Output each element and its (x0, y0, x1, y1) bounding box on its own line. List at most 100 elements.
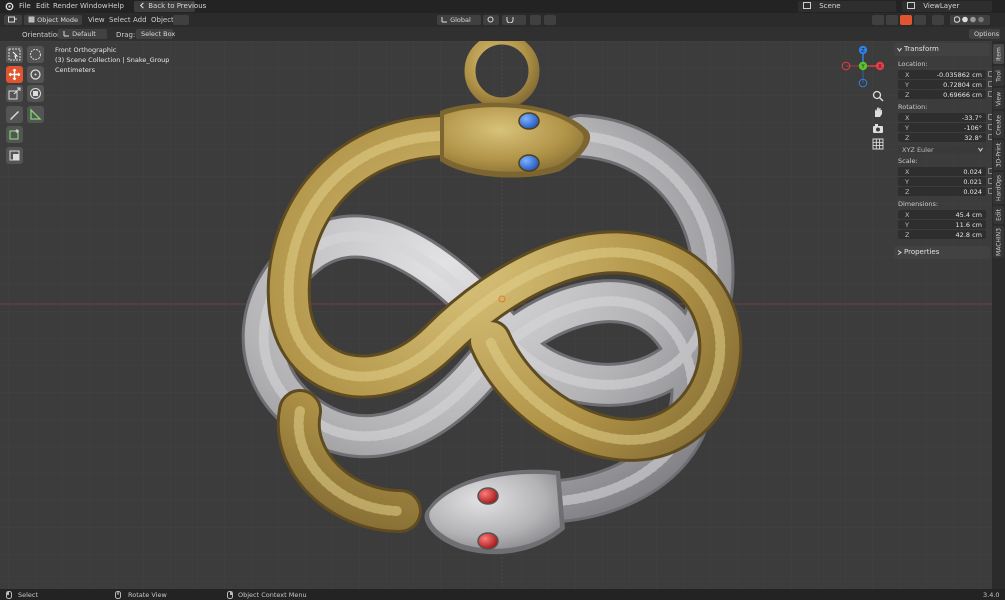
scene-name: Scene (819, 2, 841, 10)
mouse-right-icon (227, 591, 233, 600)
extra-tool[interactable] (6, 147, 23, 164)
3d-viewport[interactable]: Front Orthographic (3) Scene Collection … (0, 41, 1005, 589)
menu-select[interactable]: Select (109, 16, 131, 24)
scale-y-axis: Y (905, 178, 909, 186)
overlay-dropdown[interactable] (914, 15, 926, 25)
perspective-grid-icon[interactable] (872, 138, 884, 150)
scale-y-field[interactable]: Y 0.021 (898, 177, 986, 186)
menu-add[interactable]: Add (133, 16, 147, 24)
camera-view-icon[interactable] (872, 122, 884, 134)
properties-panel-title: Properties (904, 248, 940, 256)
transform-tool[interactable] (27, 85, 44, 102)
silver-snake-red-eye-upper (477, 487, 499, 505)
view-layer-selector[interactable]: ViewLayer (902, 1, 992, 12)
annotate-tool[interactable] (6, 106, 23, 123)
options-dropdown[interactable]: Options (969, 29, 1000, 39)
tab-view-label: View (995, 91, 1002, 106)
object-mode-icon (28, 16, 35, 23)
visibility-button[interactable] (872, 15, 884, 25)
tab-3d-print[interactable]: 3D-Print (993, 140, 1004, 170)
menu-edit[interactable]: Edit (36, 2, 50, 10)
location-z-field[interactable]: Z 0.69666 cm (898, 90, 986, 99)
dimensions-y-field[interactable]: Y 11.6 cm (898, 220, 986, 229)
measure-tool[interactable] (27, 106, 44, 123)
tab-hardops[interactable]: HardOps (993, 172, 1004, 204)
dimensions-y-axis: Y (905, 221, 909, 229)
move-tool[interactable] (6, 66, 23, 83)
tab-create[interactable]: Create (993, 111, 1004, 138)
rotation-x-field[interactable]: X -33.7° (898, 113, 986, 122)
object-extra-dropdown[interactable] (173, 15, 189, 25)
back-to-previous-button[interactable]: Back to Previous (134, 1, 206, 12)
navigation-gizmo[interactable]: Z X Y (840, 45, 888, 95)
tab-view[interactable]: View (993, 88, 1004, 109)
add-cube-tool[interactable] (6, 126, 23, 143)
proportional-edit-button[interactable] (530, 15, 541, 25)
tab-tool[interactable]: Tool (993, 66, 1004, 86)
orientation-selector[interactable]: Default (58, 29, 107, 39)
rotation-z-value: 32.8° (964, 134, 982, 142)
transform-orientation-selector[interactable]: Global (437, 15, 481, 25)
rotation-mode-selector[interactable]: XYZ Euler (898, 145, 986, 154)
select-circle-tool[interactable] (27, 46, 44, 63)
location-x-field[interactable]: X -0.035862 cm (898, 70, 986, 79)
rotation-y-field[interactable]: Y -106° (898, 123, 986, 132)
sidebar-n-panel: Transform Location: X -0.035862 cm Y 0.7… (894, 41, 994, 271)
drag-selector[interactable]: Select Box (136, 29, 175, 39)
menu-view[interactable]: View (88, 16, 105, 24)
mode-selector[interactable]: Object Mode (24, 15, 82, 25)
gold-snake-blue-eye-upper (518, 112, 540, 130)
dimensions-x-field[interactable]: X 45.4 cm (898, 210, 986, 219)
tab-item[interactable]: Item (993, 44, 1004, 64)
rotation-z-field[interactable]: Z 32.8° (898, 133, 986, 142)
transform-orientation-label: Global (450, 16, 471, 24)
proportional-falloff-button[interactable] (544, 15, 556, 25)
gizmo-x-label: X (878, 64, 882, 70)
snap-button[interactable] (502, 15, 526, 25)
status-select-hint: Select (18, 591, 39, 599)
top-menu-bar: File Edit Render Window Help Back to Pre… (0, 0, 1005, 13)
rotation-mode-value: XYZ Euler (902, 146, 934, 154)
overlay-toggle-button[interactable] (900, 15, 912, 25)
menu-window[interactable]: Window (80, 2, 108, 10)
location-z-axis: Z (905, 91, 910, 99)
dimensions-z-field[interactable]: Z 42.8 cm (898, 230, 986, 239)
editor-type-selector[interactable] (4, 15, 22, 25)
chevron-right-icon (897, 250, 902, 255)
shading-mode-buttons[interactable] (950, 15, 990, 25)
properties-panel-header[interactable]: Properties (894, 246, 990, 259)
dimensions-x-axis: X (905, 211, 910, 219)
tab-machin3-label: MACHIN3 (995, 228, 1002, 256)
rotate-tool[interactable] (27, 66, 44, 83)
zoom-icon[interactable] (872, 90, 884, 102)
scale-x-field[interactable]: X 0.024 (898, 167, 986, 176)
location-y-field[interactable]: Y 0.72804 cm (898, 80, 986, 89)
scale-z-field[interactable]: Z 0.024 (898, 187, 986, 196)
select-box-tool[interactable] (6, 46, 23, 63)
dimensions-y-value: 11.6 cm (955, 221, 982, 229)
menu-help[interactable]: Help (108, 2, 124, 10)
pivot-point-button[interactable] (483, 15, 499, 25)
gizmo-toggle-button[interactable] (886, 15, 898, 25)
scale-tool[interactable] (6, 85, 23, 102)
tool-settings-bar: Orientation: Default Drag: Select Box Op… (0, 27, 1005, 41)
transform-icon (30, 88, 41, 99)
orientation-icon (441, 17, 447, 23)
location-z-value: 0.69666 cm (943, 91, 982, 99)
tab-machin3[interactable]: MACHIN3 (993, 226, 1004, 258)
xray-toggle-button[interactable] (932, 15, 944, 25)
menu-render[interactable]: Render (53, 2, 78, 10)
units-label: Centimeters (55, 66, 95, 74)
location-x-axis: X (905, 71, 910, 79)
menu-object[interactable]: Object (151, 16, 174, 24)
pan-hand-icon[interactable] (872, 106, 884, 118)
move-icon (8, 68, 21, 81)
transform-panel-header[interactable]: Transform (894, 43, 990, 56)
status-context-menu-hint: Object Context Menu (238, 591, 307, 599)
blender-logo-icon[interactable] (5, 2, 14, 13)
shading-modes-icon (953, 16, 984, 23)
scene-selector[interactable]: Scene (798, 1, 896, 12)
scale-x-axis: X (905, 168, 910, 176)
tab-edit[interactable]: Edit (993, 206, 1004, 224)
menu-file[interactable]: File (19, 2, 31, 10)
